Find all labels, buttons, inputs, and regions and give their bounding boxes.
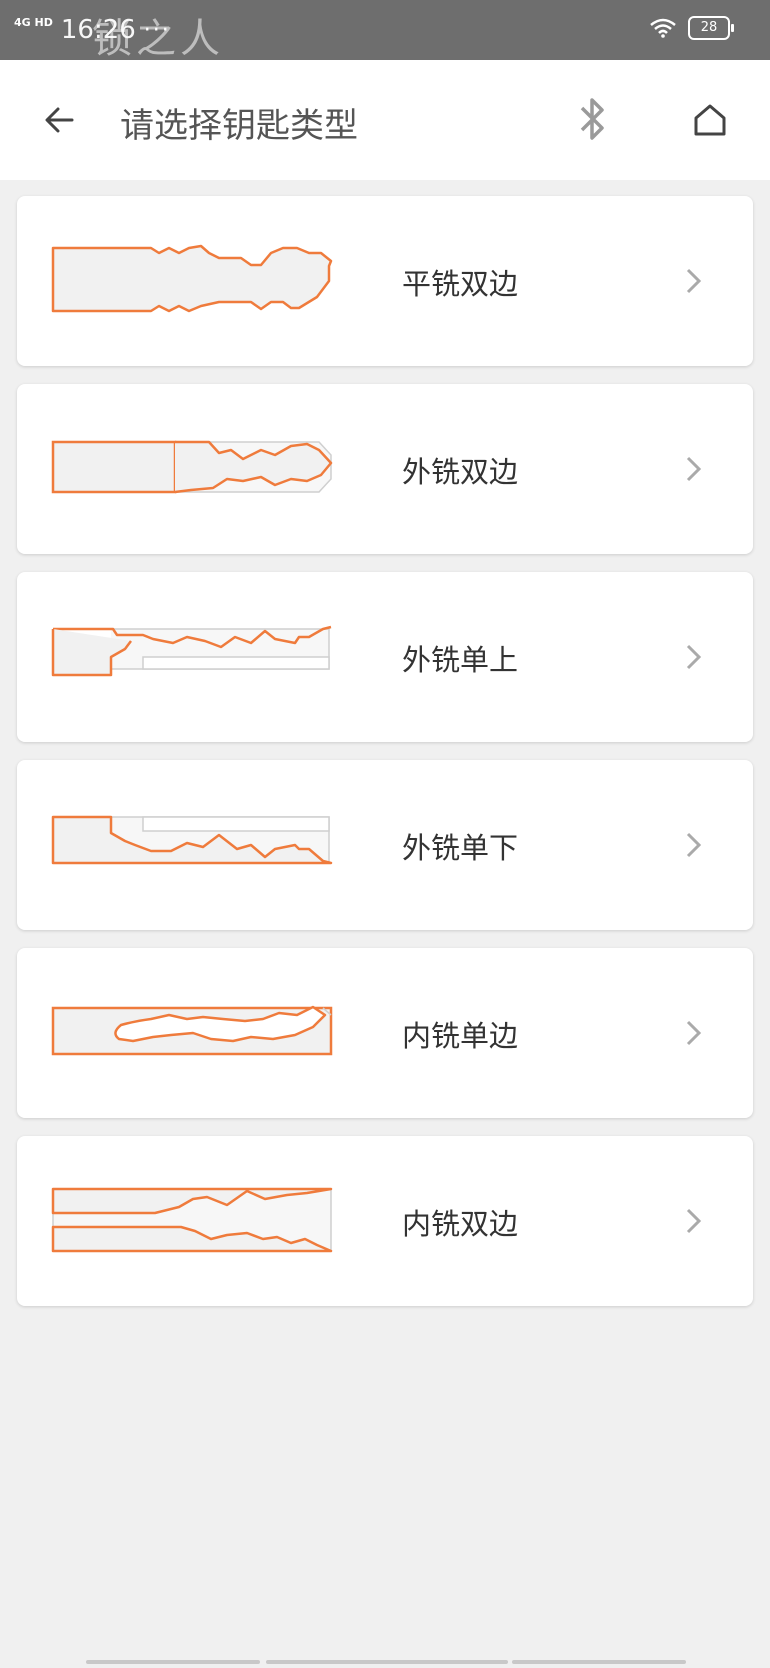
double-internal-milled-key-icon (51, 1187, 333, 1253)
key-type-label: 平铣双边 (402, 267, 519, 301)
app-bar: 请选择钥匙类型 (0, 60, 770, 180)
wifi-icon (650, 18, 676, 38)
page-title: 请选择钥匙类型 (120, 106, 358, 146)
key-type-item-flat-double[interactable]: 平铣双边 (17, 196, 753, 366)
nav-segment[interactable] (512, 1660, 686, 1664)
gesture-navigation-bar (0, 1656, 770, 1668)
key-type-list: 平铣双边 外铣双边 外铣单上 外铣单下 内铣单边 内铣双边 (17, 196, 753, 1324)
chevron-right-icon (686, 644, 702, 670)
chevron-right-icon (686, 268, 702, 294)
chevron-right-icon (686, 456, 702, 482)
watermark: 锁之人 (92, 16, 224, 62)
single-upper-outer-milled-key-icon (51, 625, 332, 677)
key-type-item-outer-double[interactable]: 外铣双边 (17, 384, 753, 554)
key-type-item-internal-single[interactable]: 内铣单边 (17, 948, 753, 1118)
nav-segment[interactable] (86, 1660, 260, 1664)
single-lower-outer-milled-key-icon (51, 815, 333, 865)
chevron-right-icon (686, 1208, 702, 1234)
chevron-right-icon (686, 832, 702, 858)
key-type-item-internal-double[interactable]: 内铣双边 (17, 1136, 753, 1306)
home-icon[interactable] (690, 100, 730, 140)
chevron-right-icon (686, 1020, 702, 1046)
bluetooth-icon[interactable] (572, 94, 612, 146)
key-type-label: 内铣单边 (402, 1019, 519, 1053)
network-indicator: 4G HD (14, 15, 53, 29)
double-sided-outer-milled-key-icon (51, 440, 333, 494)
key-type-item-outer-single-upper[interactable]: 外铣单上 (17, 572, 753, 742)
key-type-label: 外铣单上 (402, 643, 519, 677)
key-type-label: 外铣单下 (402, 831, 519, 865)
status-right: 28 (650, 16, 734, 40)
single-internal-milled-key-icon (51, 1005, 333, 1056)
arrow-left-icon[interactable] (40, 100, 80, 140)
battery-indicator: 28 (688, 16, 734, 40)
double-sided-flat-key-icon (51, 244, 333, 313)
key-type-label: 内铣双边 (402, 1207, 519, 1241)
status-bar: 4G HD 16:26 ··· 锁之人 28 (0, 0, 770, 62)
key-type-item-outer-single-lower[interactable]: 外铣单下 (17, 760, 753, 930)
key-type-label: 外铣双边 (402, 455, 519, 489)
nav-segment[interactable] (266, 1660, 508, 1664)
